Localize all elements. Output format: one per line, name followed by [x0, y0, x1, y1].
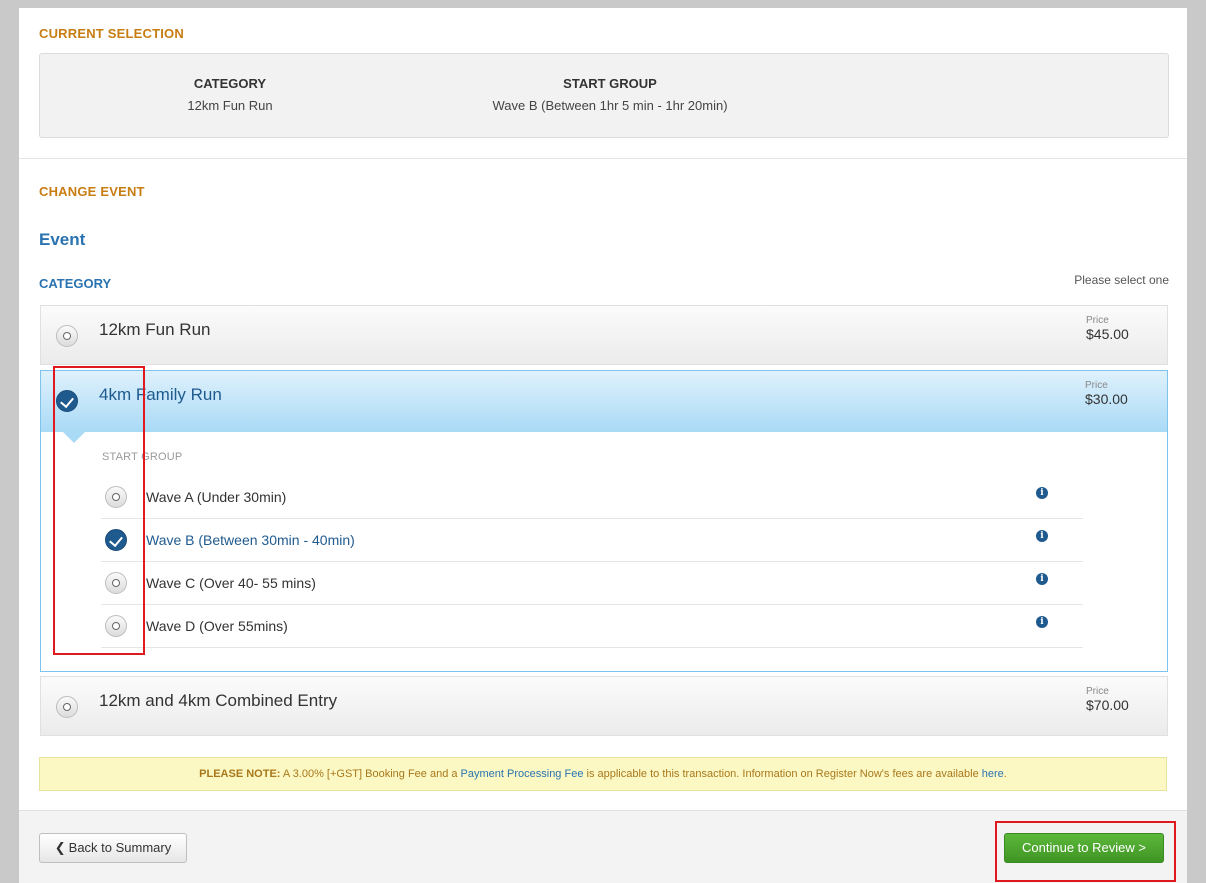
category-price: Price $45.00 — [1086, 315, 1129, 343]
wave-option-a[interactable]: Wave A (Under 30min) i — [101, 476, 1083, 519]
page-container: CURRENT SELECTION CATEGORY 12km Fun Run … — [19, 8, 1187, 883]
back-to-summary-button[interactable]: ❮ Back to Summary — [39, 833, 187, 863]
section-divider — [19, 158, 1187, 159]
price-label: Price — [1086, 686, 1109, 697]
current-selection-box: CATEGORY 12km Fun Run START GROUP Wave B… — [39, 53, 1169, 138]
footer-bar: ❮ Back to Summary Continue to Review > — [19, 810, 1187, 883]
radio-button[interactable] — [56, 696, 78, 718]
chevron-left-icon: ❮ — [54, 840, 66, 855]
notice-text: . — [1003, 768, 1007, 780]
please-select-hint: Please select one — [1074, 273, 1169, 287]
fee-notice: PLEASE NOTE: A 3.00% [+GST] Booking Fee … — [39, 757, 1167, 791]
wave-name: Wave B (Between 30min - 40min) — [146, 532, 355, 548]
price-label: Price — [1086, 315, 1109, 326]
current-category: CATEGORY 12km Fun Run — [160, 76, 300, 113]
wave-option-c[interactable]: Wave C (Over 40- 55 mins) i — [101, 562, 1083, 605]
radio-button[interactable] — [105, 615, 127, 637]
price-label: Price — [1085, 380, 1108, 391]
info-icon[interactable]: i — [1036, 573, 1048, 585]
category-option-combined-entry[interactable]: 12km and 4km Combined Entry Price $70.00 — [40, 676, 1168, 736]
fees-here-link[interactable]: here — [982, 768, 1004, 780]
category-option-4km-family-run[interactable]: 4km Family Run Price $30.00 START GROUP … — [40, 370, 1168, 672]
current-start-group-value: Wave B (Between 1hr 5 min - 1hr 20min) — [492, 98, 728, 113]
category-name: 4km Family Run — [99, 385, 222, 404]
category-price: Price $70.00 — [1086, 686, 1129, 714]
check-icon — [109, 532, 123, 548]
check-icon — [60, 393, 74, 409]
notice-text: A 3.00% [+GST] Booking Fee and a — [280, 768, 461, 780]
back-button-label: Back to Summary — [68, 840, 172, 855]
change-event-heading: CHANGE EVENT — [39, 184, 145, 199]
info-icon[interactable]: i — [1036, 530, 1048, 542]
price-value: $70.00 — [1086, 697, 1129, 713]
price-value: $30.00 — [1085, 391, 1128, 407]
category-option-12km-fun-run[interactable]: 12km Fun Run Price $45.00 — [40, 305, 1168, 365]
wave-option-d[interactable]: Wave D (Over 55mins) i — [101, 605, 1083, 648]
payment-processing-fee-link[interactable]: Payment Processing Fee — [461, 768, 584, 780]
current-category-value: 12km Fun Run — [187, 98, 273, 113]
category-label: CATEGORY — [39, 276, 112, 291]
radio-checked[interactable] — [105, 529, 127, 551]
caret-down-icon — [63, 432, 85, 443]
current-start-group-header: START GROUP — [563, 76, 657, 91]
current-selection-heading: CURRENT SELECTION — [39, 26, 184, 41]
category-name: 12km Fun Run — [99, 320, 211, 339]
wave-name: Wave A (Under 30min) — [146, 489, 287, 505]
radio-button[interactable] — [105, 572, 127, 594]
radio-button[interactable] — [56, 325, 78, 347]
selected-category-header[interactable]: 4km Family Run Price $30.00 — [41, 371, 1167, 432]
notice-text: is applicable to this transaction. Infor… — [583, 768, 982, 780]
current-start-group: START GROUP Wave B (Between 1hr 5 min - … — [460, 76, 760, 113]
wave-name: Wave D (Over 55mins) — [146, 618, 288, 634]
wave-name: Wave C (Over 40- 55 mins) — [146, 575, 316, 591]
category-price: Price $30.00 — [1085, 380, 1128, 408]
category-name: 12km and 4km Combined Entry — [99, 691, 338, 710]
price-value: $45.00 — [1086, 326, 1129, 342]
notice-prefix: PLEASE NOTE: — [199, 768, 281, 780]
radio-button[interactable] — [105, 486, 127, 508]
start-group-label: START GROUP — [102, 451, 183, 463]
continue-to-review-button[interactable]: Continue to Review > — [1004, 833, 1164, 863]
radio-checked[interactable] — [56, 390, 78, 412]
info-icon[interactable]: i — [1036, 616, 1048, 628]
current-category-header: CATEGORY — [193, 76, 267, 91]
wave-option-b[interactable]: Wave B (Between 30min - 40min) i — [101, 519, 1083, 562]
event-title: Event — [39, 230, 86, 249]
info-icon[interactable]: i — [1036, 487, 1048, 499]
